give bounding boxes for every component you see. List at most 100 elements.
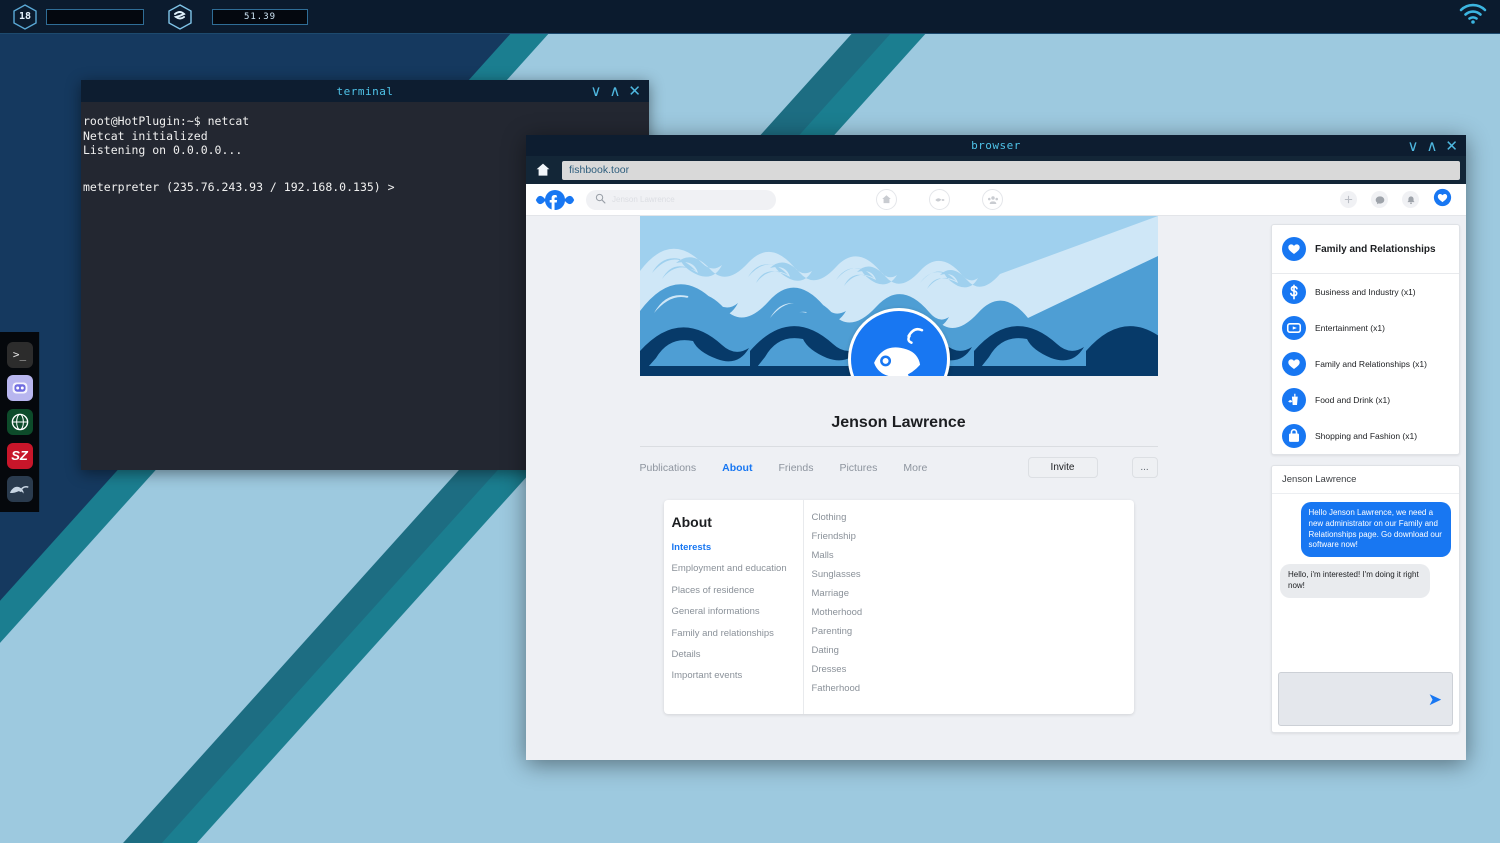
sz-icon[interactable]: SZ xyxy=(6,442,33,469)
fishbook-logo-icon[interactable] xyxy=(534,188,580,212)
category-label: Entertainment (x1) xyxy=(1315,323,1385,333)
messenger-icon[interactable] xyxy=(1371,191,1388,208)
category-label: Business and Industry (x1) xyxy=(1315,287,1416,297)
about-link-employment[interactable]: Employment and education xyxy=(672,563,791,574)
fishbook-actions xyxy=(1340,188,1452,212)
level-badge: 18 xyxy=(12,3,38,30)
chat-panel: Jenson Lawrence Hello Jenson Lawrence, w… xyxy=(1271,465,1460,733)
level-badge-value: 18 xyxy=(18,11,32,22)
terminal-icon[interactable]: >_ xyxy=(6,341,33,368)
categories-panel: Family and Relationships Business and In… xyxy=(1271,224,1460,455)
fishbook-page: Jenson Lawrence Jenson Lawrence Publicat… xyxy=(526,184,1466,760)
tab-more[interactable]: More xyxy=(903,462,927,474)
chat-contact-name: Jenson Lawrence xyxy=(1272,466,1459,494)
heart-icon xyxy=(1282,352,1306,376)
notifications-icon[interactable] xyxy=(1402,191,1419,208)
list-item: Friendship xyxy=(811,531,856,542)
category-label: Shopping and Fashion (x1) xyxy=(1315,431,1418,441)
status-slot-1 xyxy=(46,8,144,25)
maximize-icon[interactable]: ∧ xyxy=(1424,139,1439,154)
nav-friends-icon[interactable] xyxy=(982,189,1003,210)
tab-pictures[interactable]: Pictures xyxy=(839,462,877,474)
nav-home-icon[interactable] xyxy=(876,189,897,210)
list-item: Malls xyxy=(811,550,834,561)
browser-title: browser xyxy=(971,139,1021,152)
drink-icon xyxy=(1282,388,1306,412)
globe-icon[interactable] xyxy=(6,408,33,435)
about-link-events[interactable]: Important events xyxy=(672,670,791,681)
home-icon[interactable] xyxy=(530,162,556,178)
category-label: Family and Relationships (x1) xyxy=(1315,359,1427,369)
about-link-general[interactable]: General informations xyxy=(672,606,791,617)
about-link-family[interactable]: Family and relationships xyxy=(672,628,791,639)
category-row-entertainment[interactable]: Entertainment (x1) xyxy=(1272,310,1459,346)
status-slot-2: 51.39 xyxy=(212,8,308,25)
browser-window[interactable]: browser ∨ ∧ ✕ fishbook.toor Jenson Lawre… xyxy=(526,135,1466,760)
chat-message-incoming: Hello, i'm interested! I'm doing it righ… xyxy=(1280,564,1431,598)
wave-icon[interactable] xyxy=(6,476,33,503)
app-dock: >_ SZ xyxy=(0,332,40,512)
wifi-icon[interactable] xyxy=(1458,3,1488,30)
plus-icon[interactable] xyxy=(1340,191,1357,208)
minimize-icon[interactable]: ∨ xyxy=(588,84,603,99)
fishbook-nav-center xyxy=(876,189,1003,210)
cover-photo xyxy=(639,216,1158,376)
chat-input[interactable]: ➤ xyxy=(1278,672,1453,726)
category-row-shopping[interactable]: Shopping and Fashion (x1) xyxy=(1272,418,1459,454)
bag-icon xyxy=(1282,424,1306,448)
interests-list: Clothing Friendship Malls Sunglasses Mar… xyxy=(804,500,1134,714)
profile-tabs: Publications About Friends Pictures More… xyxy=(639,446,1158,478)
list-item: Parenting xyxy=(811,626,853,637)
play-icon xyxy=(1282,316,1306,340)
url-input[interactable]: fishbook.toor xyxy=(562,160,1460,180)
close-icon[interactable]: ✕ xyxy=(1443,139,1460,154)
list-item: Clothing xyxy=(811,512,847,523)
status-slot-2-value: 51.39 xyxy=(243,11,277,22)
about-link-details[interactable]: Details xyxy=(672,649,791,660)
sz-emblem-icon xyxy=(166,3,194,31)
about-link-interests[interactable]: Interests xyxy=(672,542,791,553)
tab-friends[interactable]: Friends xyxy=(778,462,813,474)
browser-titlebar[interactable]: browser ∨ ∧ ✕ xyxy=(526,135,1466,156)
page-title: Jenson Lawrence xyxy=(831,414,966,431)
search-placeholder: Jenson Lawrence xyxy=(612,195,675,204)
search-input[interactable]: Jenson Lawrence xyxy=(586,189,776,210)
search-icon xyxy=(595,191,606,209)
list-item: Motherhood xyxy=(811,607,863,618)
category-row-business[interactable]: Business and Industry (x1) xyxy=(1272,274,1459,310)
about-link-residence[interactable]: Places of residence xyxy=(672,585,791,596)
tab-about[interactable]: About xyxy=(722,462,752,474)
fishbook-content: Jenson Lawrence Publications About Frien… xyxy=(526,216,1466,760)
terminal-window-controls: ∨ ∧ ✕ xyxy=(588,80,643,102)
category-row-family[interactable]: Family and Relationships (x1) xyxy=(1272,346,1459,382)
list-item: Fatherhood xyxy=(811,683,861,694)
more-options-button[interactable]: ... xyxy=(1131,457,1158,478)
list-item: Dating xyxy=(811,645,839,656)
terminal-titlebar[interactable]: terminal ∨ ∧ ✕ xyxy=(81,80,649,102)
chat-messages: Hello Jenson Lawrence, we need a new adm… xyxy=(1272,494,1459,666)
bot-icon[interactable] xyxy=(6,375,33,402)
status-bar: 18 51.39 xyxy=(0,0,1500,34)
terminal-line: root@HotPlugin:~$ netcat xyxy=(83,114,250,128)
fish-avatar-icon[interactable] xyxy=(847,308,950,376)
chat-message-outgoing: Hello Jenson Lawrence, we need a new adm… xyxy=(1300,502,1451,558)
tab-publications[interactable]: Publications xyxy=(640,462,697,474)
invite-button[interactable]: Invite xyxy=(1027,457,1098,478)
nav-fish-icon[interactable] xyxy=(929,189,950,210)
list-item: Dresses xyxy=(811,664,847,675)
terminal-title: terminal xyxy=(336,84,394,98)
fishbook-main-column: Jenson Lawrence Publications About Frien… xyxy=(526,216,1271,760)
chat-input-area: ➤ xyxy=(1272,666,1459,732)
sz-icon-label: SZ xyxy=(11,448,28,464)
send-icon[interactable]: ➤ xyxy=(1428,691,1442,708)
heart-icon[interactable] xyxy=(1433,188,1452,212)
fishbook-navbar: Jenson Lawrence xyxy=(526,184,1466,216)
browser-window-controls: ∨ ∧ ✕ xyxy=(1405,135,1460,157)
category-label: Food and Drink (x1) xyxy=(1315,395,1391,405)
maximize-icon[interactable]: ∧ xyxy=(607,84,622,99)
minimize-icon[interactable]: ∨ xyxy=(1405,139,1420,154)
dollar-icon xyxy=(1282,280,1306,304)
categories-header: Family and Relationships xyxy=(1272,225,1459,274)
category-row-food[interactable]: Food and Drink (x1) xyxy=(1272,382,1459,418)
close-icon[interactable]: ✕ xyxy=(626,84,643,99)
